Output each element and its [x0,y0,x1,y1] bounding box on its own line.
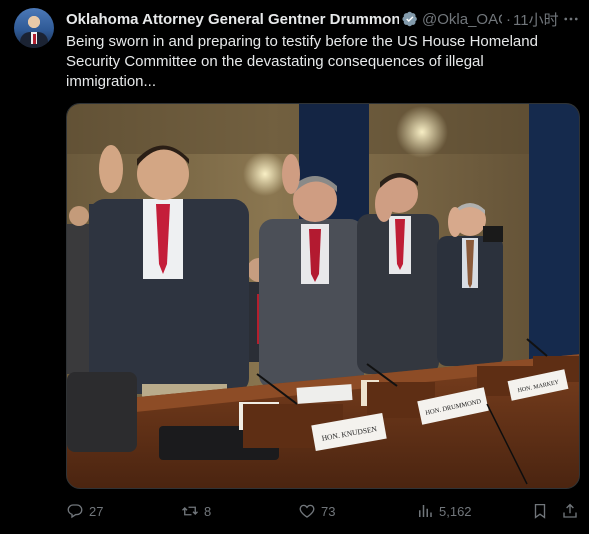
reply-icon [67,504,83,519]
action-bar: 27 8 73 5,162 [66,500,581,522]
repost-icon [182,506,198,516]
reply-button[interactable]: 27 [66,500,103,522]
author-name[interactable]: Oklahoma Attorney General Gentner Drummo… [66,11,399,28]
repost-button[interactable]: 8 [181,500,211,522]
views-button[interactable]: 5,162 [416,500,472,522]
views-count: 5,162 [439,503,472,519]
chair [67,372,137,452]
avatar-tie [32,34,36,44]
post-time[interactable]: 11小时 [513,9,559,30]
like-button[interactable]: 73 [298,500,335,522]
tweet-text: Being sworn in and preparing to testify … [66,33,538,90]
verified-badge-icon [402,11,417,27]
repost-count: 8 [204,503,212,519]
chandelier [396,106,448,158]
wall-sconce [243,152,287,196]
tweet-header: Oklahoma Attorney General Gentner Drummo… [66,9,581,29]
like-count: 73 [321,503,336,519]
more-icon[interactable] [561,9,581,29]
share-button[interactable] [561,500,584,522]
author-avatar[interactable] [14,8,54,48]
reply-count: 27 [89,503,104,519]
tweet-photo[interactable]: HON. KNUDSEN HON. DRUMMOND HON. MARKEY [66,103,580,489]
bookmark-icon [534,503,546,519]
tweet: Oklahoma Attorney General Gentner Drummo… [0,0,589,534]
separator-dot: · [506,10,511,28]
bookmark-button[interactable] [531,500,554,522]
hearing-photo: HON. KNUDSEN HON. DRUMMOND HON. MARKEY [67,104,579,488]
share-icon [563,503,577,518]
views-icon [419,505,432,517]
author-handle[interactable]: @Okla_OAG [422,11,502,28]
blue-curtain-right [529,104,579,364]
heart-icon [299,504,315,518]
